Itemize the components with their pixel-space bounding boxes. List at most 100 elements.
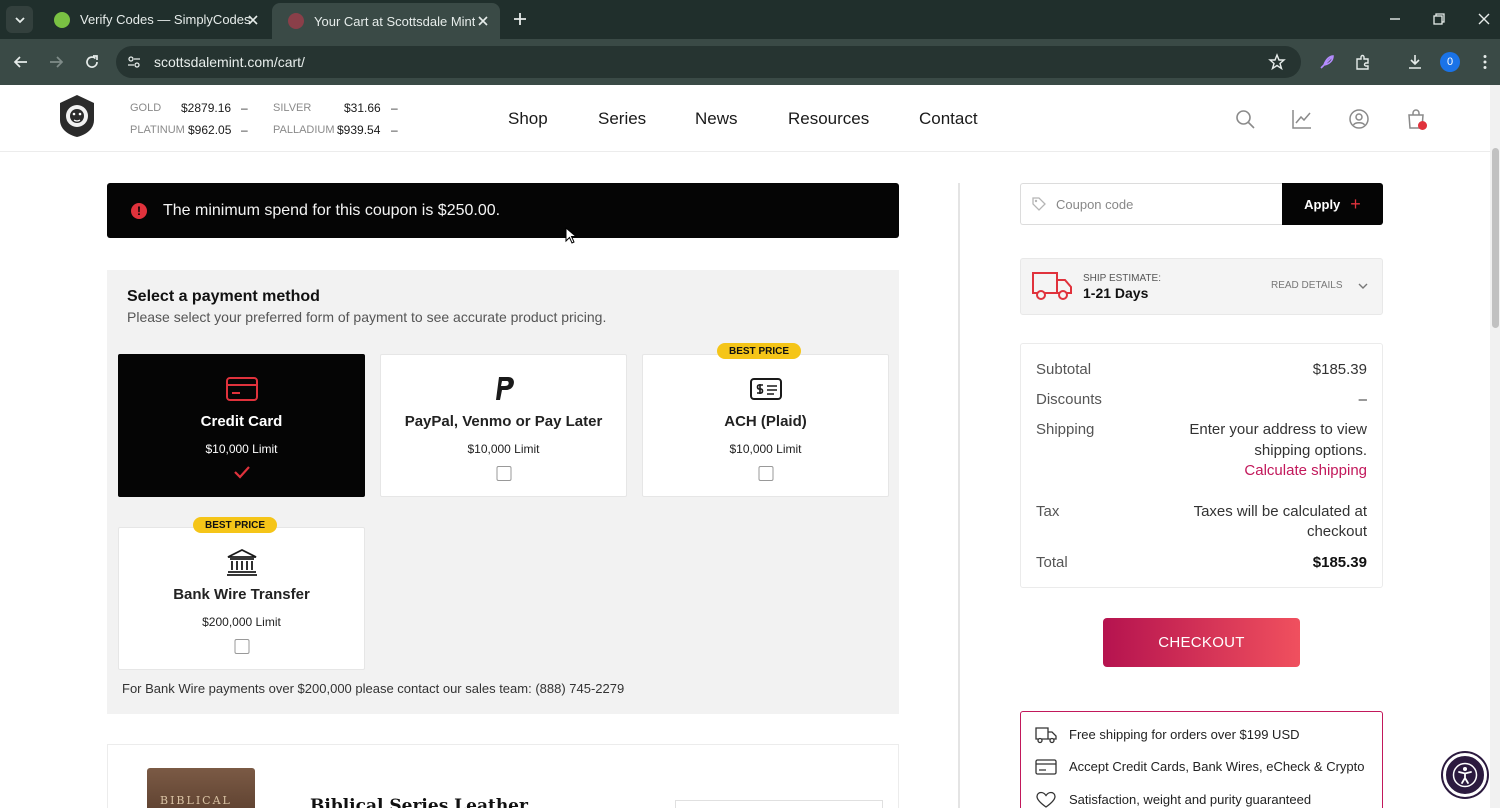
metal-name-silver: SILVER bbox=[273, 102, 312, 114]
calculate-shipping-link[interactable]: Calculate shipping bbox=[1244, 462, 1367, 479]
metal-price-silver: $31.66 bbox=[344, 101, 381, 115]
shipping-text-line1: Enter your address to view bbox=[1189, 421, 1367, 438]
apply-coupon-button[interactable]: Apply + bbox=[1282, 183, 1383, 225]
apply-label: Apply bbox=[1304, 196, 1341, 212]
metal-price-gold: $2879.16 bbox=[181, 101, 232, 115]
payment-limit: $10,000 Limit bbox=[467, 442, 540, 456]
chevron-down-icon bbox=[14, 16, 25, 23]
scrollbar-thumb[interactable] bbox=[1492, 148, 1499, 328]
site-header bbox=[0, 85, 1490, 152]
tag-icon bbox=[1032, 197, 1046, 211]
product-image-text: BIBLICAL bbox=[160, 794, 232, 807]
quantity-box[interactable] bbox=[675, 800, 883, 808]
nav-resources[interactable]: Resources bbox=[788, 109, 869, 129]
metal-price-platinum: $962.05 bbox=[188, 123, 232, 137]
shipping-label: Shipping bbox=[1036, 421, 1095, 438]
window-close-icon[interactable] bbox=[1476, 11, 1492, 27]
mouse-cursor-icon bbox=[565, 227, 577, 244]
bank-wire-note: For Bank Wire payments over $200,000 ple… bbox=[122, 681, 625, 696]
scottsdale-mint-icon bbox=[288, 13, 304, 29]
search-icon[interactable] bbox=[1234, 108, 1256, 130]
payment-name: PayPal, Venmo or Pay Later bbox=[404, 413, 603, 430]
scottsdale-mint-logo[interactable] bbox=[58, 94, 96, 138]
checkmark-icon bbox=[233, 466, 250, 479]
product-title[interactable]: Biblical Series Leather bbox=[310, 796, 528, 808]
payment-checkbox[interactable] bbox=[496, 466, 511, 481]
payment-option-bank-wire[interactable]: Bank Wire Transfer $200,000 Limit bbox=[118, 527, 365, 670]
payment-option-ach[interactable]: ACH (Plaid) $10,000 Limit bbox=[642, 354, 889, 497]
accessibility-icon bbox=[1452, 762, 1478, 788]
chart-icon[interactable] bbox=[1291, 108, 1313, 130]
payment-option-credit-card[interactable]: Credit Card $10,000 Limit bbox=[118, 354, 365, 497]
tab-title: Your Cart at Scottsdale Mint bbox=[314, 13, 476, 29]
payment-checkbox[interactable] bbox=[234, 639, 249, 654]
credit-card-icon bbox=[225, 377, 258, 401]
payment-name: Credit Card bbox=[200, 413, 283, 430]
card-icon bbox=[1035, 759, 1057, 775]
minimize-icon[interactable] bbox=[1387, 11, 1403, 27]
payment-subtitle: Please select your preferred form of pay… bbox=[127, 309, 607, 325]
close-icon[interactable] bbox=[246, 13, 260, 27]
metal-change-palladium: – bbox=[391, 123, 398, 137]
metal-name-palladium: PALLADIUM bbox=[273, 124, 335, 136]
metal-name-platinum: PLATINUM bbox=[130, 124, 185, 136]
bank-icon bbox=[226, 548, 257, 576]
extension-feather-icon[interactable] bbox=[1318, 53, 1336, 71]
payment-limit: $200,000 Limit bbox=[202, 615, 281, 629]
payment-checkbox[interactable] bbox=[758, 466, 773, 481]
read-details-link[interactable]: READ DETAILS bbox=[1271, 280, 1343, 291]
nav-series[interactable]: Series bbox=[598, 109, 646, 129]
metal-change-silver: – bbox=[391, 101, 398, 115]
new-tab-icon[interactable] bbox=[511, 10, 529, 28]
tab-title: Verify Codes — SimplyCodes bbox=[80, 12, 251, 27]
subtotal-value: $185.39 bbox=[1312, 361, 1367, 378]
payment-name: ACH (Plaid) bbox=[724, 413, 807, 430]
site-settings-icon[interactable] bbox=[126, 54, 142, 70]
back-arrow-icon[interactable] bbox=[12, 53, 30, 71]
discounts-label: Discounts bbox=[1036, 391, 1102, 408]
restore-icon[interactable] bbox=[1431, 11, 1447, 27]
paypal-icon bbox=[495, 377, 514, 400]
tax-label: Tax bbox=[1036, 503, 1060, 520]
coupon-input[interactable] bbox=[1056, 192, 1276, 216]
payment-limit: $10,000 Limit bbox=[205, 442, 278, 456]
bookmark-star-icon[interactable] bbox=[1268, 53, 1286, 71]
payment-option-paypal[interactable]: PayPal, Venmo or Pay Later $10,000 Limit bbox=[380, 354, 627, 497]
chevron-down-icon[interactable] bbox=[1357, 280, 1369, 292]
account-icon[interactable] bbox=[1348, 108, 1370, 130]
accessibility-button[interactable] bbox=[1443, 753, 1487, 797]
notice-text: The minimum spend for this coupon is $25… bbox=[163, 201, 501, 219]
nav-news[interactable]: News bbox=[695, 109, 738, 129]
browser-tab-scottsdale-cart[interactable]: Your Cart at Scottsdale Mint bbox=[272, 3, 500, 39]
checkout-button[interactable]: CHECKOUT bbox=[1103, 618, 1300, 667]
perk-payments: Accept Credit Cards, Bank Wires, eCheck … bbox=[1069, 759, 1365, 774]
profile-avatar[interactable]: 0 bbox=[1440, 52, 1460, 72]
cart-notification-dot bbox=[1418, 121, 1427, 130]
ach-check-icon bbox=[749, 378, 782, 400]
download-icon[interactable] bbox=[1406, 53, 1424, 71]
browser-tab-strip: Verify Codes — SimplyCodes Your Cart at … bbox=[0, 0, 1500, 39]
best-price-badge: BEST PRICE bbox=[193, 517, 278, 533]
shipping-text-line2: shipping options. bbox=[1254, 442, 1367, 459]
browser-tab-simplycodes[interactable]: Verify Codes — SimplyCodes bbox=[38, 0, 270, 39]
truck-icon bbox=[1035, 727, 1057, 744]
nav-contact[interactable]: Contact bbox=[919, 109, 978, 129]
tab-search-button[interactable] bbox=[6, 6, 33, 33]
url-text[interactable]: scottsdalemint.com/cart/ bbox=[154, 54, 305, 70]
extensions-puzzle-icon[interactable] bbox=[1354, 53, 1372, 71]
truck-icon bbox=[1032, 272, 1072, 300]
payment-limit: $10,000 Limit bbox=[729, 442, 802, 456]
nav-shop[interactable]: Shop bbox=[508, 109, 548, 129]
reload-icon[interactable] bbox=[83, 53, 101, 71]
error-icon: ! bbox=[131, 202, 147, 219]
more-menu-icon[interactable] bbox=[1476, 53, 1494, 71]
payment-name: Bank Wire Transfer bbox=[173, 586, 310, 603]
metal-change-gold: – bbox=[241, 101, 248, 115]
total-value: $185.39 bbox=[1312, 554, 1367, 571]
close-icon[interactable] bbox=[476, 14, 490, 28]
coupon-error-notice: ! The minimum spend for this coupon is $… bbox=[107, 183, 899, 238]
perk-free-shipping: Free shipping for orders over $199 USD bbox=[1069, 727, 1300, 742]
perk-guarantee: Satisfaction, weight and purity guarante… bbox=[1069, 792, 1312, 807]
payment-title: Select a payment method bbox=[127, 288, 320, 305]
forward-arrow-icon[interactable] bbox=[47, 53, 65, 71]
